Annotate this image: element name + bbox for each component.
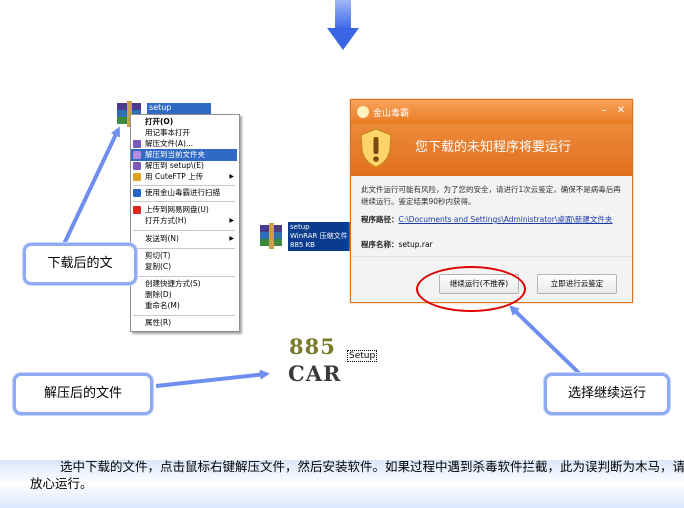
logo-line-885: 885 xyxy=(289,334,336,359)
rar-file-type: WinRAR 压缩文件 xyxy=(290,232,348,240)
cuteftp-icon xyxy=(133,173,141,181)
dialog-title: 金山毒霸 xyxy=(373,109,410,119)
winrar-icon xyxy=(133,140,141,148)
program-name-label: 程序名称： xyxy=(361,240,399,249)
down-arrow-icon xyxy=(327,0,359,50)
arrow-to-menu-icon xyxy=(62,126,120,245)
program-path-row: 程序路径：C:\Documents and Settings\Administr… xyxy=(361,214,626,225)
menu-item-open-with[interactable]: 打开方式(H) ▶ xyxy=(131,215,237,227)
instruction-text: 选中下载的文件，点击鼠标右键解压文件，然后安装软件。如果过程中遇到杀毒软件拦截，… xyxy=(30,459,684,491)
winrar-icon xyxy=(133,151,141,159)
menu-item-send-to[interactable]: 发送到(N) ▶ xyxy=(131,233,237,245)
arrow-to-extracted-file xyxy=(155,369,270,388)
extracted-file-label[interactable]: Setup xyxy=(347,350,378,362)
menu-separator xyxy=(133,248,235,249)
callout-extracted-file: 解压后的文件 xyxy=(13,373,153,415)
winrar-icon xyxy=(133,162,141,170)
rar-file-size: 885 KB xyxy=(290,241,315,249)
menu-item-kingsoft-scan[interactable]: 使用金山毒霸进行扫描 xyxy=(131,187,237,199)
rar-file-info[interactable]: setup WinRAR 压缩文件 885 KB xyxy=(288,222,358,251)
rar-file-name: setup xyxy=(290,223,310,231)
arrow-to-continue-button xyxy=(509,305,582,376)
dialog-message: 此文件运行可能有风险，为了您的安全，请进行1次云鉴定，确保不是病毒后再继续运行。… xyxy=(361,185,621,206)
menu-separator xyxy=(133,201,235,202)
program-name-row: 程序名称：setup.rar xyxy=(361,239,433,250)
warning-shield-icon xyxy=(360,128,392,168)
netease-cloud-icon xyxy=(133,206,141,214)
menu-item-cuteftp-upload[interactable]: 用 CuteFTP 上传 ▶ xyxy=(131,171,237,183)
menu-separator xyxy=(133,185,235,186)
kingsoft-shield-icon xyxy=(133,189,141,197)
context-menu: 打开(O) 用记事本打开 解压文件(A)... 解压到当前文件夹 解压到 set… xyxy=(130,114,240,332)
minimize-button[interactable]: – xyxy=(597,104,611,118)
menu-item-copy[interactable]: 复制(C) xyxy=(131,261,237,273)
extracted-file-icon[interactable]: 885 CAR xyxy=(286,330,344,390)
close-icon[interactable]: ✕ xyxy=(614,104,628,118)
program-name-value: setup.rar xyxy=(398,240,433,249)
submenu-arrow-icon: ▶ xyxy=(229,173,234,180)
menu-separator xyxy=(133,315,235,316)
submenu-arrow-icon: ▶ xyxy=(229,235,234,242)
menu-separator xyxy=(133,230,235,231)
callout-downloaded-file: 下载后的文 xyxy=(23,243,137,285)
callout-continue-run: 选择继续运行 xyxy=(544,373,670,415)
cloud-scan-button[interactable]: 立即进行云鉴定 xyxy=(537,274,617,294)
logo-line-car: CAR xyxy=(288,361,342,386)
program-path-link[interactable]: C:\Documents and Settings\Administrator\… xyxy=(399,215,613,224)
program-path-label: 程序路径： xyxy=(361,215,399,224)
menu-item-rename[interactable]: 重命名(M) xyxy=(131,300,237,312)
submenu-arrow-icon: ▶ xyxy=(229,217,234,224)
dialog-heading: 您下载的未知程序将要运行 xyxy=(415,140,572,155)
rar-archive-icon[interactable] xyxy=(258,223,286,249)
menu-separator xyxy=(133,276,235,277)
dialog-divider xyxy=(351,256,632,257)
kingsoft-logo-icon xyxy=(357,106,369,118)
highlight-ellipse xyxy=(416,266,526,312)
menu-item-properties[interactable]: 属性(R) xyxy=(131,317,237,329)
